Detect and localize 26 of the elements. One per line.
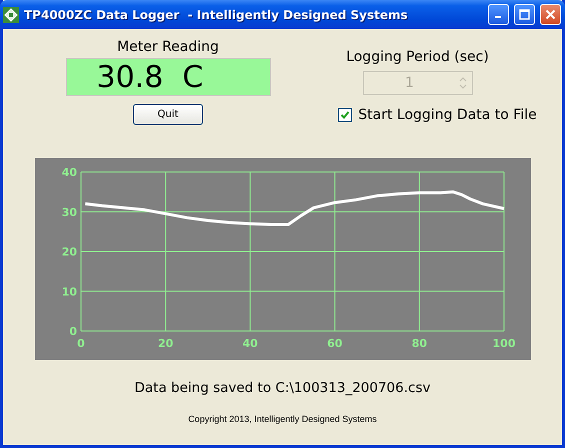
meter-display: 30.8 C	[66, 58, 270, 96]
y-tick-label: 40	[61, 166, 76, 179]
x-tick-label: 60	[326, 337, 342, 350]
x-tick-label: 0	[76, 337, 84, 350]
checkbox-label: Start Logging Data to File	[358, 107, 537, 123]
app-icon	[3, 6, 19, 22]
close-button[interactable]	[540, 4, 561, 25]
minimize-button[interactable]	[488, 4, 509, 25]
maximize-button[interactable]	[514, 4, 535, 25]
close-icon	[545, 9, 556, 20]
y-tick-label: 10	[61, 285, 76, 298]
x-tick-label: 80	[411, 337, 427, 350]
logging-period-label: Logging Period (sec)	[346, 49, 489, 65]
x-tick-label: 20	[157, 337, 173, 350]
window-title: TP4000ZC Data Logger - Intelligently Designed Systems	[24, 8, 409, 22]
status-text: Data being saved to C:\100313_200706.csv	[134, 380, 430, 396]
meter-label: Meter Reading	[117, 39, 219, 55]
copyright-text: Copyright 2013, Intelligently Designed Systems	[188, 414, 377, 424]
y-tick-label: 30	[61, 206, 76, 219]
x-tick-label: 100	[492, 337, 515, 350]
maximize-icon	[519, 9, 530, 20]
y-tick-label: 20	[61, 246, 76, 258]
y-tick-label: 0	[68, 325, 76, 338]
x-tick-label: 40	[242, 337, 258, 350]
logging-checkbox[interactable]	[338, 108, 352, 122]
quit-button[interactable]: Quit	[133, 104, 203, 125]
